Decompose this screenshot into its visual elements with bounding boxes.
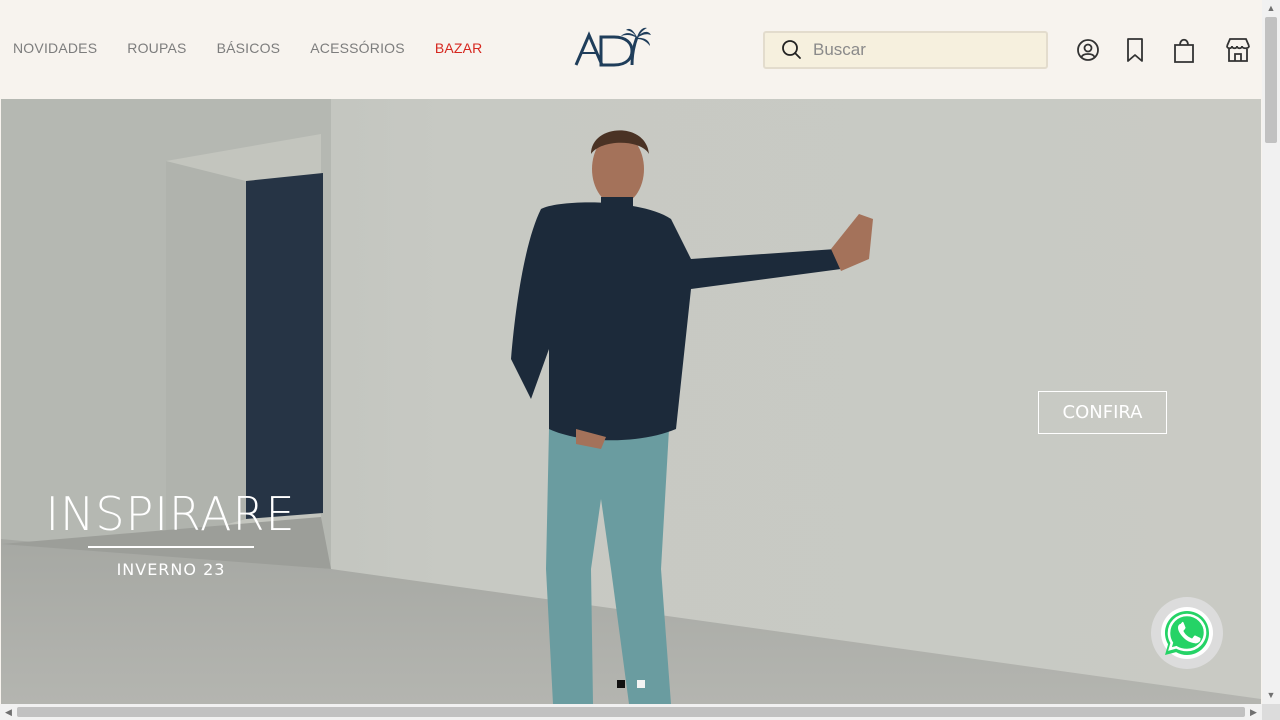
scroll-right-icon[interactable]: ▶ (1245, 704, 1262, 720)
horizontal-scrollbar[interactable]: ◀ ▶ (0, 704, 1262, 720)
scrollbar-corner (1262, 704, 1280, 720)
site-header: NOVIDADES ROUPAS BÁSICOS ACESSÓRIOS BAZA… (0, 0, 1262, 98)
scroll-up-icon[interactable]: ▲ (1262, 0, 1280, 17)
whatsapp-icon (1165, 611, 1209, 655)
main-nav: NOVIDADES ROUPAS BÁSICOS ACESSÓRIOS BAZA… (13, 40, 513, 56)
whatsapp-button[interactable] (1151, 597, 1223, 669)
search-icon[interactable] (781, 39, 803, 61)
search-input[interactable] (811, 39, 1031, 61)
carousel-dot[interactable] (617, 680, 625, 688)
whatsapp-icon-wrap (1161, 607, 1213, 659)
vertical-scroll-thumb[interactable] (1265, 17, 1277, 143)
hero-banner[interactable]: INSPIRARE INVERNO 23 CONFIRA (1, 99, 1261, 704)
carousel-dots (617, 680, 645, 688)
nav-acessorios[interactable]: ACESSÓRIOS (310, 40, 405, 56)
nav-novidades[interactable]: NOVIDADES (13, 40, 97, 56)
hero-divider (88, 546, 254, 548)
hero-subtitle: INVERNO 23 (116, 560, 226, 579)
store-icon[interactable] (1224, 36, 1252, 64)
carousel-dot[interactable] (637, 680, 645, 688)
page: NOVIDADES ROUPAS BÁSICOS ACESSÓRIOS BAZA… (0, 0, 1262, 704)
nav-bazar[interactable]: BAZAR (435, 40, 483, 56)
brand-logo[interactable] (574, 27, 652, 69)
confira-button[interactable]: CONFIRA (1038, 391, 1167, 434)
hero-title: INSPIRARE (45, 487, 296, 541)
vertical-scrollbar[interactable]: ▲ ▼ (1262, 0, 1280, 704)
nav-roupas[interactable]: ROUPAS (127, 40, 186, 56)
shopping-bag-icon[interactable] (1170, 36, 1198, 64)
horizontal-scroll-thumb[interactable] (17, 707, 1245, 717)
search-box (763, 31, 1048, 69)
bookmark-icon[interactable] (1121, 36, 1149, 64)
account-icon[interactable] (1074, 36, 1102, 64)
scroll-left-icon[interactable]: ◀ (0, 704, 17, 720)
nav-basicos[interactable]: BÁSICOS (217, 40, 281, 56)
scroll-down-icon[interactable]: ▼ (1262, 687, 1280, 704)
